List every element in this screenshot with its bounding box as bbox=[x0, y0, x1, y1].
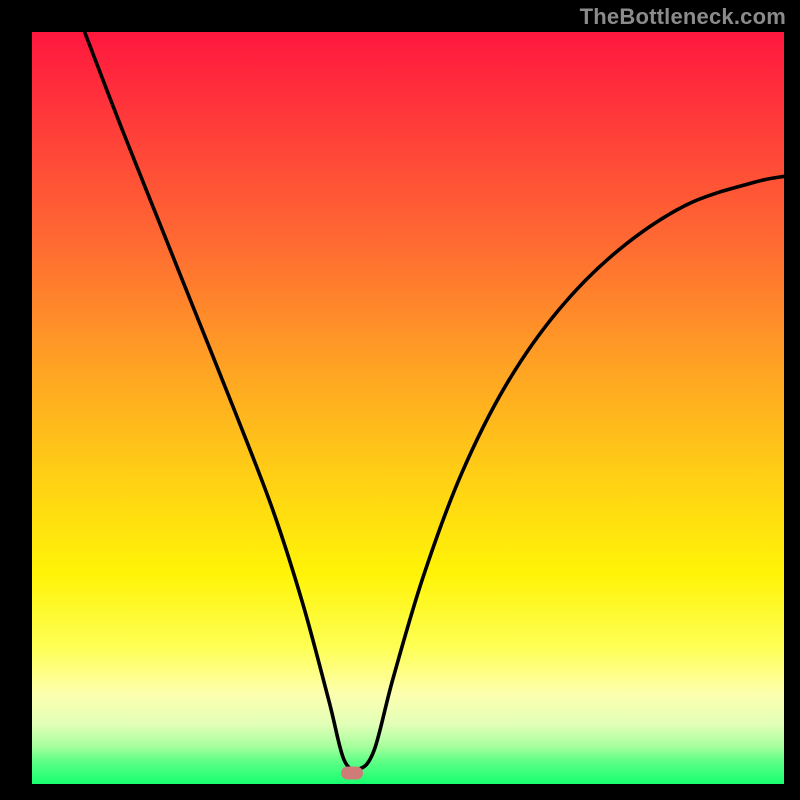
plot-background bbox=[32, 32, 784, 784]
bottleneck-chart bbox=[32, 32, 784, 784]
chart-frame: TheBottleneck.com bbox=[0, 0, 800, 800]
minimum-marker bbox=[341, 766, 363, 779]
watermark-text: TheBottleneck.com bbox=[580, 4, 786, 30]
